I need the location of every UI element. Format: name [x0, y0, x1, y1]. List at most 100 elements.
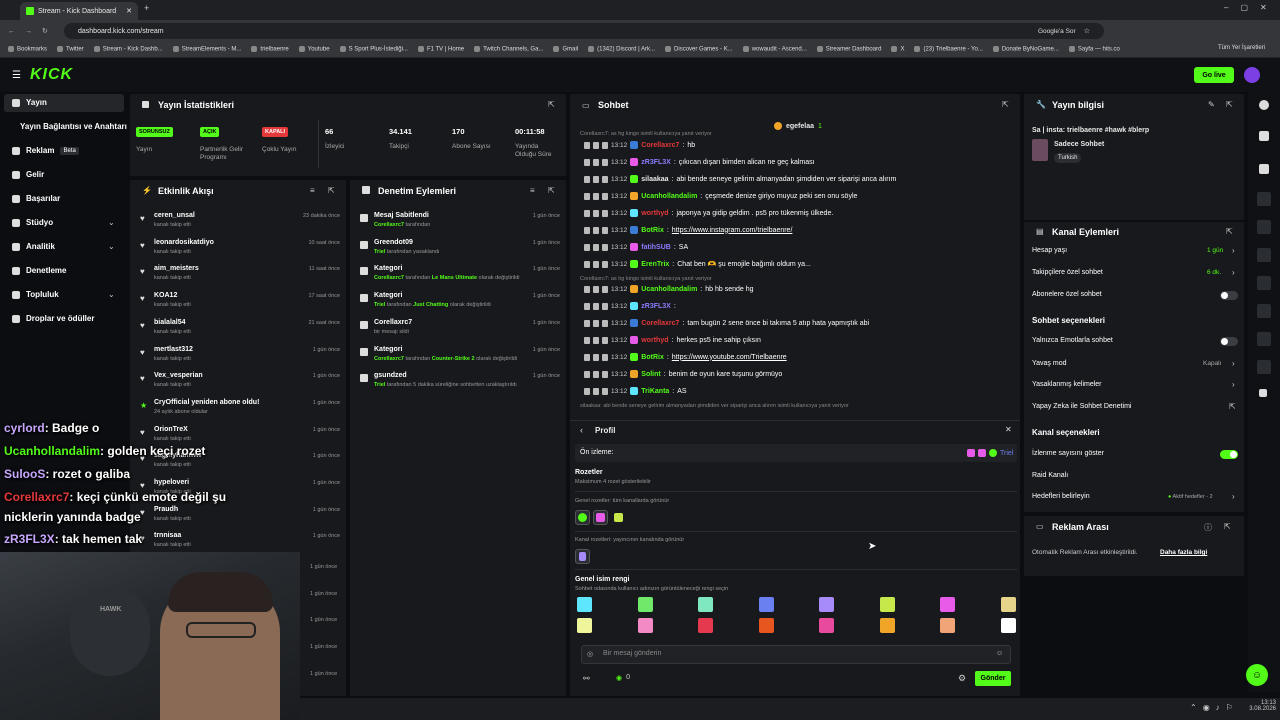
- kick-logo[interactable]: KICK: [30, 66, 73, 84]
- color-swatch[interactable]: [698, 597, 713, 612]
- bookmark-item[interactable]: F1 TV | Home: [418, 46, 464, 53]
- chat-message[interactable]: 13:12 Corellaxrc7: hb: [584, 141, 695, 149]
- forward-icon[interactable]: →: [25, 28, 32, 35]
- chat-username[interactable]: Corellaxrc7: [641, 320, 679, 327]
- shield-icon[interactable]: [602, 243, 608, 251]
- moderation-item[interactable]: Mesaj Sabitlendi Corellaxrc7 tarafından 1 …: [358, 212, 562, 238]
- hourglass-icon[interactable]: [593, 209, 599, 217]
- color-swatch[interactable]: [577, 618, 592, 633]
- tools-icon[interactable]: [1257, 332, 1271, 346]
- pin-icon[interactable]: [584, 141, 590, 149]
- close-tab-icon[interactable]: ✕: [126, 7, 132, 15]
- browser-tab[interactable]: Stream - Kick Dashboard ✕: [20, 2, 138, 20]
- chat-message[interactable]: 13:12 worthyd: japonya ya gidip geldim . p…: [584, 209, 833, 217]
- chevron-down-icon[interactable]: ⌄: [108, 242, 115, 251]
- sidebar-item-stream-key[interactable]: Yayın Bağlantısı ve Anahtarı: [20, 122, 127, 131]
- shield-icon[interactable]: [602, 285, 608, 293]
- activity-item[interactable]: ★ CryOfficial yeniden abone oldu! 24 aylık…: [138, 399, 342, 425]
- filter-icon[interactable]: ≡: [530, 186, 535, 195]
- chat-username[interactable]: BotRix: [641, 354, 664, 361]
- channel-badge[interactable]: [575, 549, 590, 564]
- bookmark-item[interactable]: Twitter: [57, 46, 84, 53]
- filter-icon[interactable]: ≡: [310, 186, 315, 195]
- chat-username[interactable]: zR3FL3X: [641, 303, 671, 310]
- hourglass-icon[interactable]: [593, 158, 599, 166]
- activity-item[interactable]: ♥ bialalal54 kanalı takip etti 21 saat önce: [138, 319, 342, 345]
- color-swatch[interactable]: [1000, 618, 1016, 633]
- chat-message[interactable]: 13:12 Solint: benim de oyun kare tuşunu gö…: [584, 370, 782, 378]
- moderation-item[interactable]: Greendot09 Triel tarafından yasaklandı 1 g…: [358, 239, 562, 265]
- popout-icon[interactable]: ⇱: [1002, 100, 1009, 109]
- hourglass-icon[interactable]: [593, 387, 599, 395]
- shield-icon[interactable]: [602, 192, 608, 200]
- shield-icon[interactable]: [602, 370, 608, 378]
- smiley-icon[interactable]: ☺: [996, 650, 1003, 657]
- activity-item[interactable]: ♥ mertlast312 kanalı takip etti 1 gün önce: [138, 346, 342, 372]
- hourglass-icon[interactable]: [593, 285, 599, 293]
- chat-username[interactable]: ErenTrix: [641, 261, 669, 268]
- popout-icon[interactable]: ⇱: [1226, 100, 1233, 109]
- channel-points[interactable]: ◉ 0: [616, 674, 630, 682]
- star-icon[interactable]: ☆: [1084, 27, 1090, 35]
- pin-icon[interactable]: [584, 319, 590, 327]
- activity-item[interactable]: ♥ leonardosikatdiyo kanalı takip etti 10 sa…: [138, 239, 342, 265]
- popout-icon[interactable]: ⇱: [548, 186, 555, 195]
- chat-username[interactable]: Corellaxrc7: [641, 142, 679, 149]
- color-swatch[interactable]: [819, 597, 834, 612]
- global-badge-goat[interactable]: [611, 510, 626, 525]
- sidebar-item-reklam[interactable]: Reklam Beta: [12, 146, 79, 155]
- activity-item[interactable]: ♥ Praudh kanalı takip etti 1 gün önce: [138, 506, 342, 532]
- hourglass-icon[interactable]: [593, 192, 599, 200]
- bookmark-item[interactable]: (1342) Discord | Ark...: [588, 46, 655, 53]
- pinned-user[interactable]: egefelaa 1: [774, 122, 822, 130]
- bookmark-item[interactable]: trielbaenre: [251, 46, 288, 53]
- sub-chat-toggle[interactable]: [1220, 291, 1238, 300]
- color-swatch[interactable]: [577, 597, 592, 612]
- hourglass-icon[interactable]: [593, 141, 599, 149]
- shield-icon[interactable]: [602, 302, 608, 310]
- popout-icon[interactable]: ⇱: [548, 100, 555, 109]
- show-viewers-toggle[interactable]: [1220, 450, 1238, 459]
- moderation-item[interactable]: Kategori Corellaxrc7 tarafından Le Mans U…: [358, 265, 562, 291]
- shield-icon[interactable]: [602, 336, 608, 344]
- support-chat-icon[interactable]: ☺: [1246, 664, 1268, 686]
- hourglass-icon[interactable]: [593, 302, 599, 310]
- shield-icon[interactable]: [602, 226, 608, 234]
- camera-icon[interactable]: [1259, 164, 1269, 174]
- emote-icon[interactable]: ◎: [587, 650, 593, 658]
- list-icon[interactable]: [1257, 304, 1271, 318]
- chat-message[interactable]: 13:12 BotRix: https://www.youtube.com/Trie…: [584, 353, 787, 361]
- bookmark-item[interactable]: Discover Games - K...: [665, 46, 733, 53]
- chat-message[interactable]: 13:12 Corellaxrc7: tam bugün 2 sene önce b…: [584, 319, 869, 327]
- chat-username[interactable]: Ucanhollandalim: [641, 286, 697, 293]
- chat-username[interactable]: Solint: [641, 371, 660, 378]
- go-live-button[interactable]: Go live: [1194, 67, 1234, 83]
- account-age-value[interactable]: 1 gün: [1207, 247, 1223, 254]
- chat-username[interactable]: worthyd: [641, 337, 668, 344]
- send-button[interactable]: Gönder: [975, 671, 1011, 686]
- pencil-icon[interactable]: [1259, 131, 1269, 141]
- bookmark-item[interactable]: S Sport Plus-İstediği...: [340, 46, 408, 53]
- sidebar-item-topluluk[interactable]: Topluluk: [12, 290, 59, 299]
- pin-icon[interactable]: [584, 285, 590, 293]
- bookmark-item[interactable]: Donate ByNoGame...: [993, 46, 1059, 53]
- chat-text[interactable]: https://www.youtube.com/Trielbaenre: [672, 354, 787, 361]
- chat-message[interactable]: 13:12 BotRix: https://www.instagram.com/tr…: [584, 226, 792, 234]
- chat-message[interactable]: 13:12 fatihSUB: SA: [584, 243, 688, 251]
- color-swatch[interactable]: [879, 618, 895, 633]
- popout-icon[interactable]: ⇱: [328, 186, 335, 195]
- bookmark-item[interactable]: Sayfa — hits.co: [1069, 46, 1120, 53]
- shield-icon[interactable]: [602, 319, 608, 327]
- hourglass-icon[interactable]: [593, 260, 599, 268]
- clock[interactable]: 13:13 3.08.2026: [1232, 700, 1276, 712]
- pin-icon[interactable]: [584, 158, 590, 166]
- shield-icon[interactable]: [602, 260, 608, 268]
- bookmark-item[interactable]: Gmail: [553, 46, 578, 53]
- sidebar-item-droplar[interactable]: Droplar ve ödüller: [12, 314, 94, 323]
- sidebar-item-denetleme[interactable]: Denetleme: [12, 266, 66, 275]
- sidebar-item-studyo[interactable]: Stüdyo: [12, 218, 53, 227]
- global-badge-pink[interactable]: [593, 510, 608, 525]
- hourglass-icon[interactable]: [593, 353, 599, 361]
- tv-icon[interactable]: [1257, 360, 1271, 374]
- chevron-down-icon[interactable]: ⌄: [108, 218, 115, 227]
